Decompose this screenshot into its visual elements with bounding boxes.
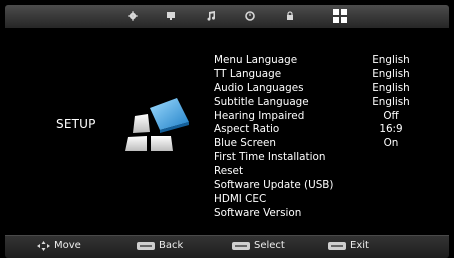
enter-key-icon bbox=[232, 241, 250, 250]
lock-icon[interactable] bbox=[282, 8, 298, 24]
menu-key-icon bbox=[137, 241, 155, 250]
setup-grid-icon[interactable] bbox=[331, 7, 349, 25]
menu-item-audio-languages[interactable]: Audio Languages English bbox=[214, 82, 424, 96]
menu-item-subtitle-language[interactable]: Subtitle Language English bbox=[214, 96, 424, 110]
setup-tiles-icon bbox=[125, 98, 189, 151]
key-hint-bar: Move Back Select Exit bbox=[5, 235, 449, 258]
setup-menu-list: Menu Language English TT Language English … bbox=[214, 54, 424, 221]
hint-move: Move bbox=[37, 240, 81, 251]
music-note-icon[interactable] bbox=[203, 8, 219, 24]
menu-item-aspect-ratio[interactable]: Aspect Ratio 16:9 bbox=[214, 123, 424, 137]
menu-item-tt-language[interactable]: TT Language English bbox=[214, 68, 424, 82]
menu-item-software-version[interactable]: Software Version bbox=[214, 207, 424, 221]
menu-item-first-time-installation[interactable]: First Time Installation bbox=[214, 151, 424, 165]
arrow-keys-icon bbox=[37, 240, 50, 251]
menu-item-hdmi-cec[interactable]: HDMI CEC bbox=[214, 193, 424, 207]
menu-item-menu-language[interactable]: Menu Language English bbox=[214, 54, 424, 68]
menu-tab-bar bbox=[5, 5, 449, 29]
exit-key-icon bbox=[328, 241, 346, 250]
section-title: SETUP bbox=[56, 117, 96, 131]
timer-icon[interactable] bbox=[242, 8, 258, 24]
picture-gear-icon[interactable] bbox=[125, 8, 141, 24]
menu-item-reset[interactable]: Reset bbox=[214, 165, 424, 179]
channel-tv-icon[interactable] bbox=[163, 8, 179, 24]
menu-item-software-update-usb[interactable]: Software Update (USB) bbox=[214, 179, 424, 193]
hint-back: Back bbox=[137, 240, 183, 251]
menu-item-hearing-impaired[interactable]: Hearing Impaired Off bbox=[214, 110, 424, 124]
hint-select: Select bbox=[232, 240, 285, 251]
menu-item-blue-screen[interactable]: Blue Screen On bbox=[214, 137, 424, 151]
hint-exit: Exit bbox=[328, 240, 369, 251]
